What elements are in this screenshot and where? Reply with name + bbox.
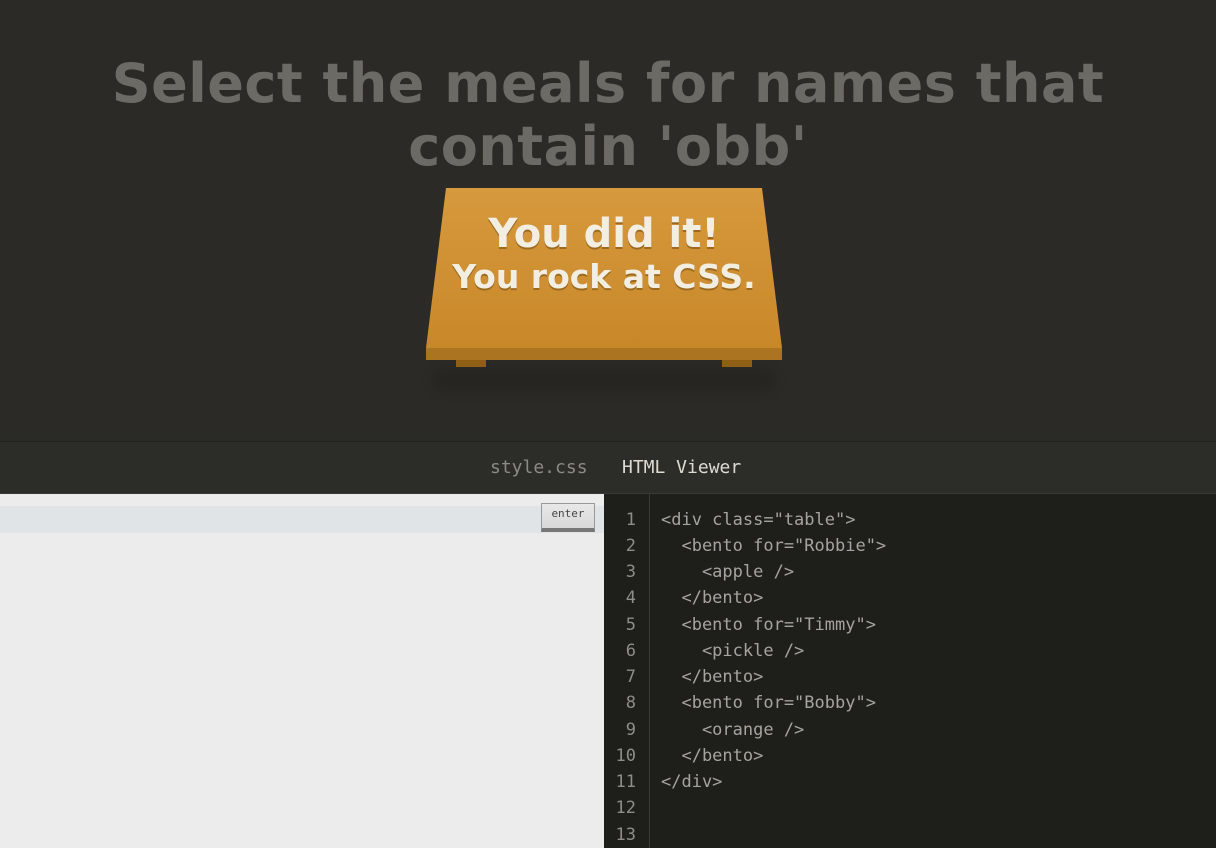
game-stage: Select the meals for names that contain … <box>0 0 1216 430</box>
css-selector-input[interactable] <box>0 506 604 533</box>
line-number-gutter: 1 2 3 4 5 6 7 8 9 10 11 12 13 <box>604 494 650 848</box>
code-line: <bento for="Timmy"> <box>661 615 876 635</box>
line-number: 1 <box>625 510 636 530</box>
code-line: </bento> <box>661 588 764 608</box>
html-viewer-panel: 1 2 3 4 5 6 7 8 9 10 11 12 13 <div class… <box>604 494 1216 848</box>
table-edge <box>426 348 782 360</box>
code-line: <bento for="Bobby"> <box>661 693 876 713</box>
line-number: 7 <box>625 667 636 687</box>
line-number: 8 <box>625 693 636 713</box>
table: You did it! You rock at CSS. <box>426 188 782 390</box>
success-message: You did it! You rock at CSS. <box>426 211 782 297</box>
code-line: <orange /> <box>661 720 805 740</box>
code-line: </bento> <box>661 667 764 687</box>
code-line: <bento for="Robbie"> <box>661 536 887 556</box>
line-number: 13 <box>615 825 636 845</box>
line-number: 4 <box>625 588 636 608</box>
code-line: </div> <box>661 772 723 792</box>
line-number: 3 <box>625 562 636 582</box>
code-line: </bento> <box>661 746 764 766</box>
line-number: 9 <box>625 720 636 740</box>
table-shadow <box>434 370 774 390</box>
line-number: 5 <box>625 615 636 635</box>
tab-style-css[interactable]: style.css <box>490 457 588 478</box>
editor-tabs: style.css HTML Viewer <box>0 441 1216 494</box>
tab-html-viewer[interactable]: HTML Viewer <box>622 457 741 478</box>
line-number: 2 <box>625 536 636 556</box>
line-number: 11 <box>615 772 636 792</box>
css-editor-panel: enter <box>0 494 604 848</box>
success-subtitle: You rock at CSS. <box>452 257 756 296</box>
code-line: <pickle /> <box>661 641 805 661</box>
code-line: <apple /> <box>661 562 795 582</box>
line-number: 6 <box>625 641 636 661</box>
level-instruction: Select the meals for names that contain … <box>111 52 1105 178</box>
enter-button[interactable]: enter <box>541 503 595 532</box>
line-number: 10 <box>615 746 636 766</box>
success-title: You did it! <box>488 211 720 257</box>
line-number: 12 <box>615 798 636 818</box>
table-leg-right <box>722 360 752 367</box>
table-leg-left <box>456 360 486 367</box>
code-line: <div class="table"> <box>661 510 856 530</box>
